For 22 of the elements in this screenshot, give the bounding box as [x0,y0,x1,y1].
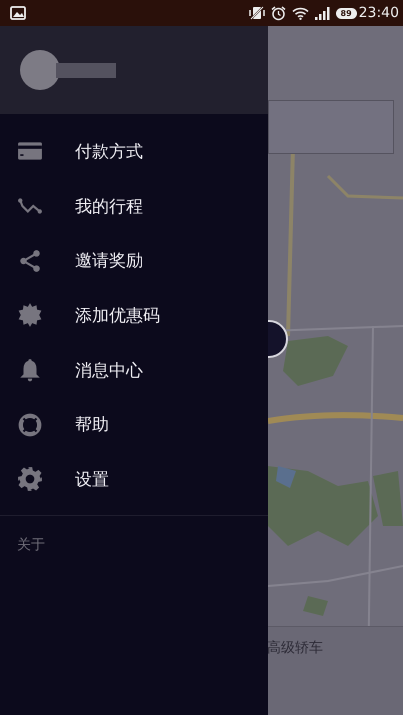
car-type-label: 高级轿车 [268,639,323,657]
gear-icon [17,466,43,492]
blurred-name-drawing [56,62,116,78]
menu-item[interactable]: 帮助 [0,397,268,452]
gallery-icon [10,6,26,20]
menu-item[interactable]: 添加优惠码 [0,288,268,343]
vibrate-off-icon [248,6,264,20]
menu-item[interactable]: 设置 [0,452,268,507]
alarm-icon [270,6,286,20]
signal-icon [314,6,330,20]
status-time: 23:40 [358,5,399,21]
about-link[interactable]: 关于 [0,516,45,554]
badge-icon [17,302,43,328]
lifebuoy-icon [17,412,43,438]
menu-item[interactable]: 邀请奖励 [0,233,268,288]
wifi-icon [292,6,308,20]
menu-item[interactable]: 付款方式 [0,124,268,179]
menu-item[interactable]: 我的行程 [0,178,268,234]
avatar[interactable] [20,50,60,90]
menu-item[interactable]: 消息中心 [0,342,268,398]
battery-indicator: 89 [336,8,357,18]
search-field[interactable] [268,100,394,154]
